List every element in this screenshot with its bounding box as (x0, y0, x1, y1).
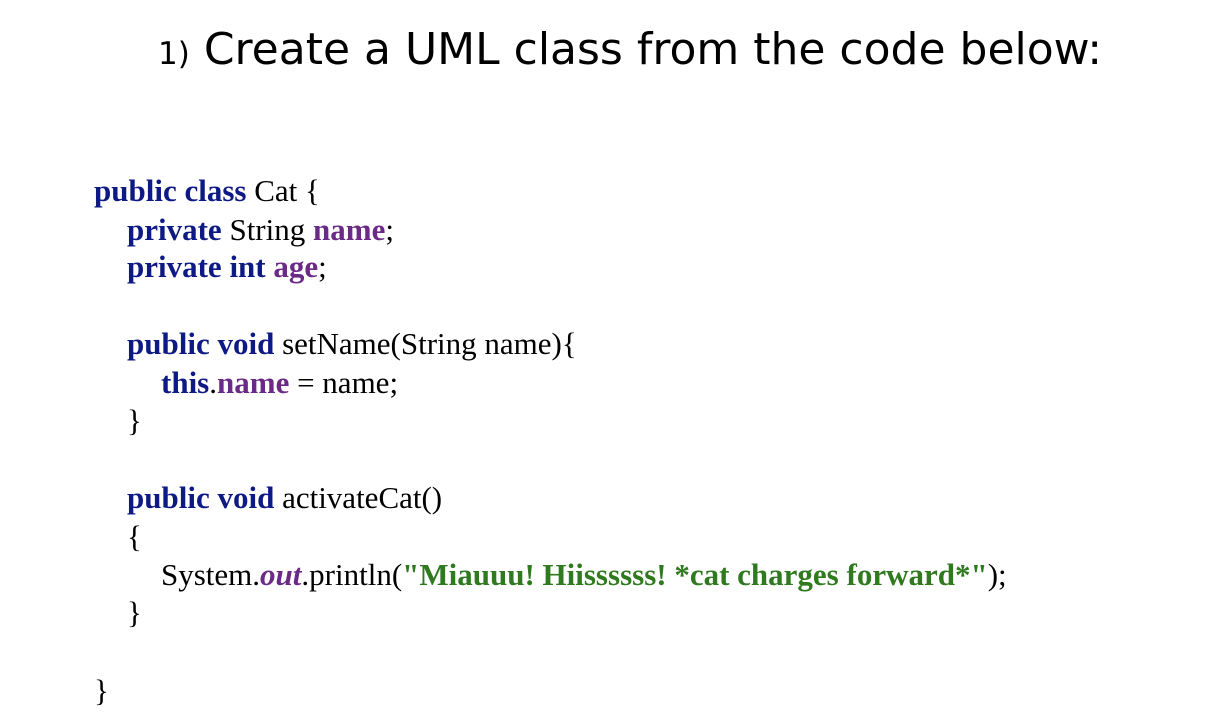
code-text: String (221, 212, 313, 247)
code-line-activate-body: System.out.println("Miauuu! Hiissssss! *… (161, 556, 1007, 594)
code-text: ; (385, 212, 394, 247)
code-text: System. (161, 557, 261, 592)
code-block: public class Cat { private String name; … (0, 0, 1218, 724)
closing-brace: } (94, 673, 109, 708)
closing-brace: } (127, 403, 142, 438)
closing-brace: } (127, 595, 142, 630)
code-line-activate-signature: public void activateCat() (127, 479, 442, 517)
code-text: .println( (301, 557, 403, 592)
code-text: ; (318, 249, 327, 284)
keyword: this (161, 365, 210, 400)
code-line-activate-open: { (127, 518, 142, 556)
keyword: private (127, 212, 222, 247)
code-line-activate-close: } (127, 594, 142, 632)
code-text: ); (987, 557, 1007, 592)
code-line-setname-close: } (127, 402, 142, 440)
keyword: public void (127, 326, 275, 361)
code-line-class-decl: public class Cat { (94, 172, 320, 210)
keyword: public void (127, 480, 275, 515)
static-field: out (260, 557, 302, 592)
keyword: private int (127, 249, 266, 284)
keyword: public class (94, 173, 247, 208)
code-line-setname-body: this.name = name; (161, 364, 398, 402)
code-text: setName(String name){ (274, 326, 577, 361)
code-line-field-age: private int age; (127, 248, 327, 286)
code-line-class-close: } (94, 672, 109, 710)
field-identifier: name (217, 365, 290, 400)
opening-brace: { (127, 519, 142, 554)
code-text: activateCat() (274, 480, 443, 515)
field-identifier: age (273, 249, 319, 284)
code-text: . (209, 365, 217, 400)
code-text: = name; (289, 365, 399, 400)
code-line-setname-signature: public void setName(String name){ (127, 325, 577, 363)
string-literal: "Miauuu! Hiissssss! *cat charges forward… (402, 557, 988, 592)
code-line-field-name: private String name; (127, 211, 394, 249)
code-text: Cat { (246, 173, 320, 208)
field-identifier: name (313, 212, 386, 247)
